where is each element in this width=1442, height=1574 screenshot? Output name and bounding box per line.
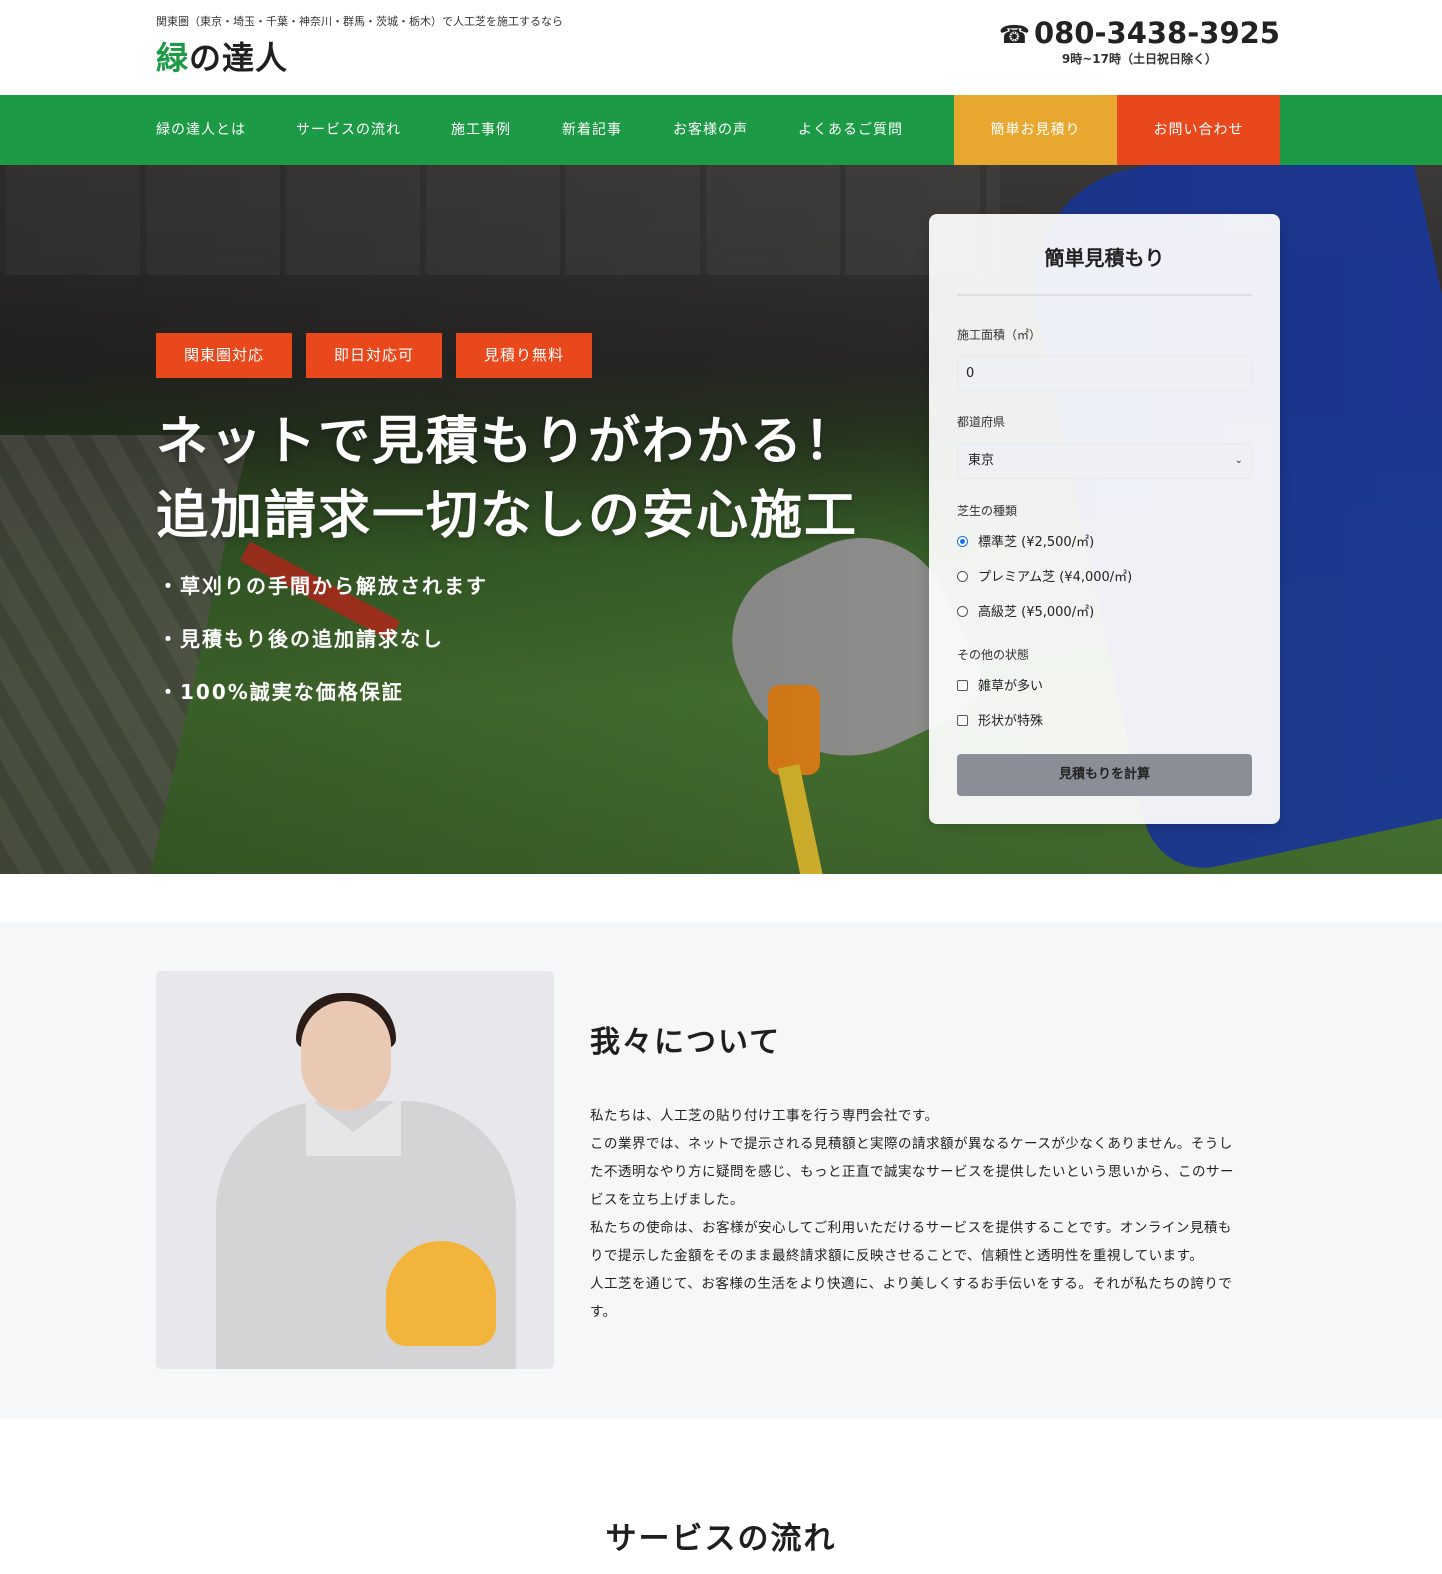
hero-title: ネットで見積もりがわかる！ 追加請求一切なしの安心施工 (156, 405, 858, 553)
grass-option-label: 標準芝 (¥2,500/㎡) (978, 535, 1095, 550)
checkbox[interactable] (957, 715, 968, 726)
condition-irregular-shape[interactable]: 形状が特殊 (957, 713, 1043, 731)
estimate-title: 簡単見積もり (1044, 246, 1165, 270)
badge-free-estimate: 見積り無料 (456, 333, 592, 378)
grass-option-label: 高級芝 (¥5,000/㎡) (978, 605, 1095, 620)
grass-option-standard[interactable]: 標準芝 (¥2,500/㎡) (957, 534, 1094, 552)
radio-selected[interactable] (957, 536, 968, 547)
nav-contact-button[interactable]: お問い合わせ (1117, 95, 1280, 165)
nav-item-about[interactable]: 緑の達人とは (156, 95, 246, 165)
nav-item-faq[interactable]: よくあるご質問 (798, 95, 903, 165)
about-paragraph: 人工芝を通じて、お客様の生活をより快適に、より美しくするお手伝いをする。それが私… (590, 1276, 1233, 1320)
area-input[interactable]: 0 (957, 356, 1252, 391)
hero-point: ・見積もり後の追加請求なし (158, 627, 444, 651)
header-phone: ☎ 080-3438-3925 9時~17時（土日祝日除く） (999, 16, 1280, 67)
about-title: 我々について (590, 1025, 782, 1060)
badge-kanto: 関東圏対応 (156, 333, 292, 378)
site-header: 関東圏（東京・埼玉・千葉・神奈川・群馬・茨城・栃木）で人工芝を施工するなら 緑の… (0, 0, 1442, 95)
nav-item-service-flow[interactable]: サービスの流れ (296, 95, 401, 165)
about-paragraph: 私たちの使命は、お客様が安心してご利用いただけるサービスを提供することです。オン… (590, 1220, 1232, 1264)
chevron-down-icon: ⌄ (1234, 455, 1243, 466)
grass-type-label: 芝生の種類 (957, 504, 1018, 518)
logo-text: の達人 (189, 39, 289, 77)
condition-label: 形状が特殊 (978, 714, 1044, 729)
hero-section: 関東圏対応 即日対応可 見積り無料 ネットで見積もりがわかる！ 追加請求一切なし… (0, 165, 1442, 874)
hero-points: ・草刈りの手間から解放されます ・見積もり後の追加請求なし ・100%誠実な価格… (158, 570, 488, 729)
checkbox[interactable] (957, 680, 968, 691)
prefecture-value: 東京 (968, 453, 995, 468)
about-paragraph: 私たちは、人工芝の貼り付け工事を行う専門会社です。 (590, 1108, 939, 1124)
hero-title-line1: ネットで見積もりがわかる！ (156, 412, 859, 472)
nav-estimate-button[interactable]: 簡単お見積り (954, 95, 1117, 165)
logo-accent: 緑 (156, 39, 190, 77)
estimate-card: 簡単見積もり 施工面積（㎡） 0 都道府県 東京 ⌄ 芝生の種類 標準芝 (¥2… (929, 214, 1280, 824)
hero-point: ・100%誠実な価格保証 (158, 680, 404, 704)
photo-face (301, 1001, 391, 1111)
site-logo[interactable]: 緑の達人 (156, 33, 288, 79)
phone-icon: ☎ (998, 20, 1030, 49)
staff-photo (156, 971, 554, 1369)
condition-label: 雑草が多い (978, 679, 1044, 694)
about-text: 私たちは、人工芝の貼り付け工事を行う専門会社です。 この業界では、ネットで提示さ… (590, 1102, 1240, 1326)
phone-link[interactable]: ☎ 080-3438-3925 (999, 16, 1280, 50)
nav-item-news[interactable]: 新着記事 (562, 95, 622, 165)
prefecture-label: 都道府県 (957, 415, 1006, 429)
radio[interactable] (957, 571, 968, 582)
calculate-estimate-button[interactable]: 見積もりを計算 (957, 754, 1252, 796)
badge-same-day: 即日対応可 (306, 333, 442, 378)
radio[interactable] (957, 606, 968, 617)
phone-number: 080-3438-3925 (1033, 16, 1280, 50)
about-paragraph: この業界では、ネットで提示される見積額と実際の請求額が異なるケースが少なくありま… (590, 1136, 1234, 1208)
prefecture-select[interactable]: 東京 ⌄ (957, 443, 1252, 479)
hero-point: ・草刈りの手間から解放されます (158, 574, 488, 598)
service-flow-title: サービスの流れ (605, 1521, 837, 1557)
area-label: 施工面積（㎡） (957, 328, 1042, 342)
nav-item-testimonials[interactable]: お客様の声 (673, 95, 748, 165)
main-nav: 緑の達人とは サービスの流れ 施工事例 新着記事 お客様の声 よくあるご質問 簡… (0, 95, 1442, 165)
hero-title-line2: 追加請求一切なしの安心施工 (156, 486, 859, 546)
other-conditions-label: その他の状態 (957, 648, 1030, 662)
grass-option-premium[interactable]: プレミアム芝 (¥4,000/㎡) (957, 569, 1132, 587)
grass-option-label: プレミアム芝 (¥4,000/㎡) (978, 570, 1133, 585)
business-hours: 9時~17時（土日祝日除く） (1061, 52, 1217, 66)
about-section: 我々について 私たちは、人工芝の貼り付け工事を行う専門会社です。 この業界では、… (0, 922, 1442, 1418)
nav-item-works[interactable]: 施工事例 (451, 95, 511, 165)
estimate-divider (957, 294, 1252, 296)
photo-helmet (386, 1241, 496, 1346)
header-tagline: 関東圏（東京・埼玉・千葉・神奈川・群馬・茨城・栃木）で人工芝を施工するなら (156, 15, 563, 28)
grass-option-luxury[interactable]: 高級芝 (¥5,000/㎡) (957, 604, 1094, 622)
condition-weeds[interactable]: 雑草が多い (957, 678, 1043, 696)
